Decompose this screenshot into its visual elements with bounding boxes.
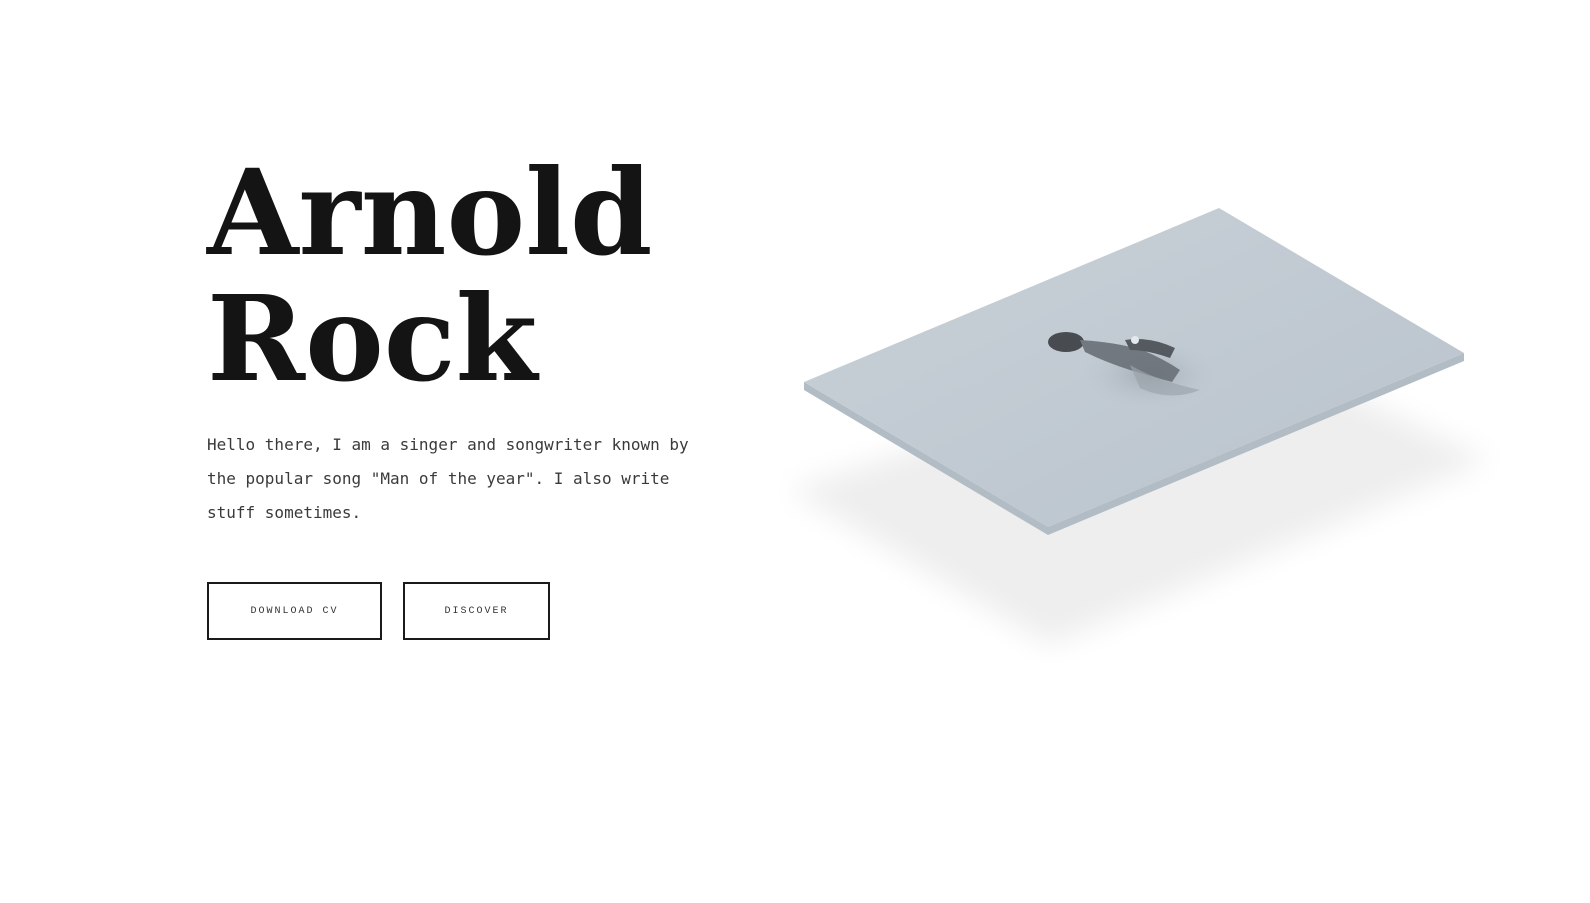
hero-title-last-name: Rock bbox=[207, 269, 538, 408]
hero-title-first-name: Arnold bbox=[207, 143, 653, 282]
page: Arnold Rock Hello there, I am a singer a… bbox=[0, 0, 1590, 903]
isometric-photo-card bbox=[770, 190, 1510, 670]
isometric-photo-svg bbox=[790, 208, 1488, 645]
discover-button[interactable]: DISCOVER bbox=[403, 582, 550, 640]
download-cv-button[interactable]: DOWNLOAD CV bbox=[207, 582, 382, 640]
intro-text: Hello there, I am a singer and songwrite… bbox=[207, 435, 689, 522]
hero-title: Arnold Rock bbox=[207, 150, 653, 402]
